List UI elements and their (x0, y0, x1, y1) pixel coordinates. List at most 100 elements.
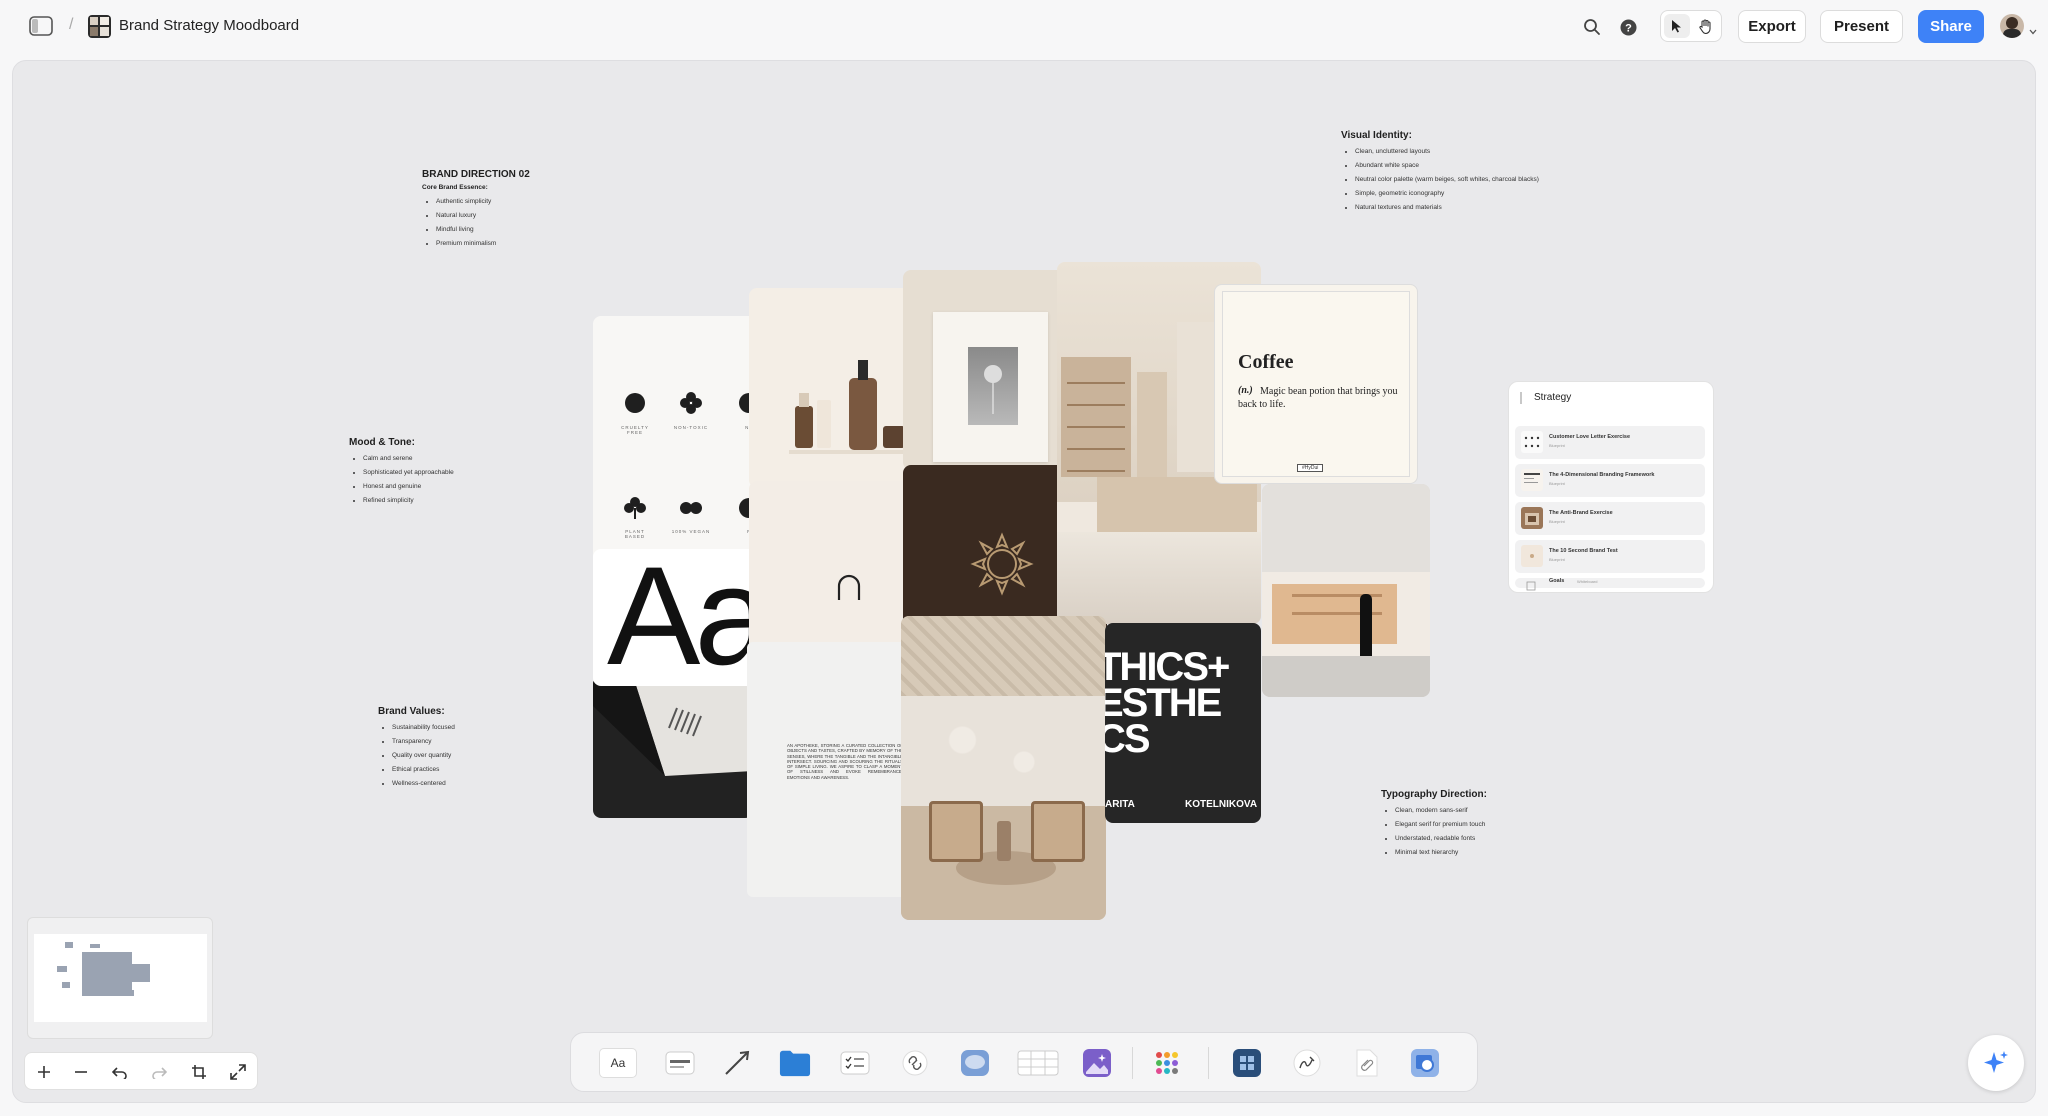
avatar[interactable] (2000, 14, 2024, 38)
plant-icon (624, 497, 646, 519)
poster-line: CS (1105, 717, 1151, 761)
sparkle-icon (1984, 1051, 2008, 1073)
strategy-item-title: The 4-Dimensional Branding Framework (1549, 472, 1655, 478)
list-item: Transparency (392, 735, 578, 749)
present-button[interactable]: Present (1820, 10, 1903, 43)
chevron-down-icon[interactable] (2029, 22, 2037, 40)
flower-icon (625, 393, 645, 413)
coffee-definition-card[interactable]: Coffee (n.) Magic bean potion that bring… (1214, 284, 1418, 484)
insert-toolbar: Aa (570, 1032, 1478, 1092)
export-button[interactable]: Export (1738, 10, 1806, 43)
strategy-item[interactable]: The 4-Dimensional Branding Framework Blu… (1515, 464, 1705, 497)
toolbar-divider (1208, 1047, 1209, 1079)
minimap[interactable] (27, 917, 213, 1039)
list-item: Refined simplicity (363, 494, 549, 508)
strategy-item[interactable]: The Anti-Brand Exercise Blueprint (1515, 502, 1705, 535)
image-tool-icon[interactable] (1081, 1047, 1113, 1079)
list-item: Sophisticated yet approachable (363, 466, 549, 480)
strategy-title: Strategy (1534, 392, 1572, 403)
strategy-item-sub: Blueprint (1549, 481, 1565, 486)
note-title: BRAND DIRECTION 02 (422, 169, 530, 180)
hand-pan-icon[interactable] (1693, 14, 1719, 38)
typographic-poster-card[interactable]: THICS+ ESTHE CS ARITA KOTELNIKOVA (1105, 623, 1261, 823)
top-bar: / Brand Strategy Moodboard ? Export Pres… (0, 0, 2048, 54)
strategy-item-title: The 10 Second Brand Test (1549, 548, 1618, 554)
strategy-item[interactable]: Customer Love Letter Exercise Blueprint (1515, 426, 1705, 459)
note-title: Visual Identity: (1341, 130, 1412, 141)
comment-tool-icon[interactable] (959, 1047, 991, 1079)
list-item: Authentic simplicity (436, 195, 622, 209)
dark-logo-card[interactable] (593, 676, 753, 818)
tool-mode-toggle[interactable] (1660, 10, 1722, 42)
list-item: Natural textures and materials (1355, 201, 1621, 215)
text-tool-button[interactable]: Aa (599, 1047, 637, 1079)
undo-icon[interactable] (105, 1057, 135, 1087)
product-photo-card[interactable] (749, 288, 919, 488)
fit-screen-icon[interactable] (223, 1057, 253, 1087)
note-title: Typography Direction: (1381, 789, 1487, 800)
pen-scribble-icon[interactable] (1291, 1047, 1323, 1079)
list-item: Ethical practices (392, 763, 578, 777)
coffee-title: Coffee (1238, 351, 1294, 373)
strategy-item-goals[interactable] (1515, 575, 1705, 589)
pointer-icon[interactable] (1664, 14, 1690, 38)
strategy-item[interactable]: The 10 Second Brand Test Blueprint (1515, 540, 1705, 573)
card-tool-icon[interactable] (664, 1047, 696, 1079)
redo-icon[interactable] (144, 1057, 174, 1087)
list-item: Clean, modern sans-serif (1395, 804, 1601, 818)
framework-thumb-icon (1521, 469, 1543, 491)
note-brand-direction[interactable]: BRAND DIRECTION 02 Core Brand Essence: A… (422, 169, 622, 251)
ai-assistant-button[interactable] (1968, 1035, 2024, 1091)
arrow-line-tool-icon[interactable] (721, 1047, 753, 1079)
note-typography[interactable]: Typography Direction: Clean, modern sans… (1381, 789, 1601, 860)
strategy-item-sub: Blueprint (1549, 519, 1565, 524)
note-mood-tone[interactable]: Mood & Tone: Calm and serene Sophisticat… (349, 437, 549, 508)
search-icon[interactable] (1581, 16, 1603, 38)
goals-thumb-icon (1521, 578, 1543, 591)
list-item: Minimal text hierarchy (1395, 846, 1601, 860)
framed-print-card[interactable] (903, 270, 1073, 470)
list-item: Natural luxury (436, 209, 622, 223)
attachment-file-icon[interactable] (1351, 1047, 1383, 1079)
minimap-viewport[interactable] (34, 934, 207, 1022)
board-thumbnail-icon[interactable] (88, 15, 111, 38)
list-item: Mindful living (436, 223, 622, 237)
note-subtitle: Core Brand Essence: (422, 184, 488, 191)
strategy-widget[interactable]: Strategy Customer Love Letter Exercise B… (1508, 381, 1714, 593)
strategy-item-sub: Whiteboard (1577, 579, 1598, 584)
brand-test-thumb-icon (1521, 545, 1543, 567)
app-launcher-icon[interactable] (1231, 1047, 1263, 1079)
list-item: Elegant serif for premium touch (1395, 818, 1601, 832)
help-icon[interactable]: ? (1617, 16, 1639, 38)
screenshot-capture-icon[interactable] (1409, 1047, 1441, 1079)
checklist-tool-icon[interactable] (839, 1047, 871, 1079)
folder-tool-icon[interactable] (779, 1047, 811, 1079)
manifesto-text: AN APOTHEKE, STORING A CURATED COLLECTIO… (787, 743, 903, 780)
zoom-out-button[interactable] (66, 1057, 96, 1087)
svg-text:?: ? (1625, 22, 1632, 34)
note-visual-identity[interactable]: Visual Identity: Clean, uncluttered layo… (1341, 130, 1621, 215)
vegan-icon (680, 502, 702, 514)
icon-label: CRUELTY FREE (621, 425, 649, 435)
lounge-chairs-card[interactable] (901, 616, 1106, 920)
poster-name: ARITA (1105, 799, 1135, 810)
strategy-item-sub: Blueprint (1549, 557, 1565, 562)
list-item: Calm and serene (363, 452, 549, 466)
link-tool-icon[interactable] (899, 1047, 931, 1079)
toolbar-divider (1132, 1047, 1133, 1079)
share-button[interactable]: Share (1918, 10, 1984, 43)
note-brand-values[interactable]: Brand Values: Sustainability focused Tra… (378, 706, 578, 791)
cafe-interior-card[interactable] (1262, 484, 1430, 697)
note-title: Brand Values: (378, 706, 445, 717)
table-tool-icon[interactable] (1016, 1047, 1060, 1079)
page-title[interactable]: Brand Strategy Moodboard (119, 17, 299, 34)
list-item: Premium minimalism (436, 237, 622, 251)
note-title: Mood & Tone: (349, 437, 415, 448)
crop-frame-icon[interactable] (184, 1057, 214, 1087)
whiteboard-canvas[interactable]: BRAND DIRECTION 02 Core Brand Essence: A… (12, 60, 2036, 1103)
sidebar-toggle-icon[interactable] (28, 15, 54, 37)
apps-grid-icon[interactable] (1151, 1047, 1183, 1079)
manifesto-paper-card[interactable]: AN APOTHEKE, STORING A CURATED COLLECTIO… (747, 642, 907, 897)
strategy-item-title: Goals (1549, 578, 1565, 584)
zoom-in-button[interactable] (29, 1057, 59, 1087)
